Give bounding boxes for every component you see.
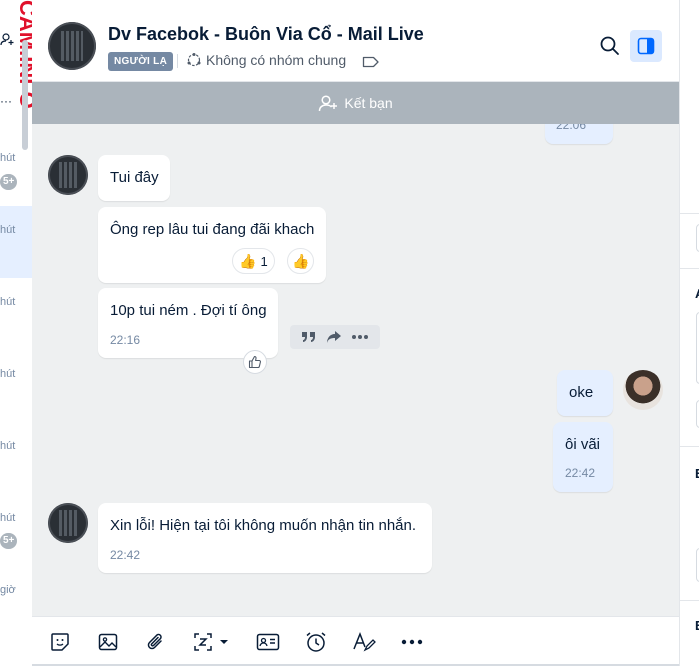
common-groups-label: Không có nhóm chung	[206, 52, 347, 68]
add-friend-label: Kết bạn	[344, 95, 393, 111]
contact-card-icon	[256, 633, 280, 651]
conversation-item[interactable]: hút 5+	[0, 140, 32, 212]
unread-badge: 5+	[0, 174, 18, 190]
add-friend-icon	[319, 95, 338, 112]
conversation-time: hút	[0, 512, 16, 524]
conversation-item[interactable]: hút	[0, 424, 32, 496]
more-icon[interactable]	[351, 334, 369, 340]
divider	[680, 268, 699, 269]
forward-icon[interactable]	[326, 330, 342, 344]
toggle-info-panel-button[interactable]	[630, 30, 662, 62]
reaction-count: 1	[260, 253, 268, 269]
like-button[interactable]	[243, 350, 267, 374]
screenshot-icon	[194, 633, 228, 651]
message-time: 22:42	[565, 466, 596, 480]
sidebar-panel-icon	[637, 37, 655, 55]
sticker-icon	[51, 633, 69, 651]
image-icon	[98, 633, 118, 651]
message-bubble[interactable]: Tui đây	[98, 155, 170, 201]
sticker-button[interactable]	[46, 628, 74, 656]
divider	[177, 54, 178, 68]
message-time: 22:16	[110, 333, 141, 347]
format-text-icon	[353, 631, 376, 652]
info-panel-edge: A E E	[679, 0, 699, 666]
conversation-time: hút	[0, 368, 16, 380]
message-bubble-own[interactable]: oke	[557, 370, 613, 416]
thumbs-up-outline-icon	[248, 355, 261, 369]
message-bubble-own[interactable]: ôi vãi 22:42	[553, 422, 613, 492]
conversation-time: hút	[0, 152, 16, 164]
format-text-button[interactable]	[350, 628, 378, 656]
composer-toolbar	[32, 616, 679, 666]
panel-heading: A	[695, 286, 699, 301]
more-dots-icon[interactable]: ···	[0, 94, 12, 108]
message-list[interactable]: 22:06 Tui đây Ông rep lâu tui đang đãi k…	[32, 124, 679, 616]
more-options-button[interactable]	[398, 628, 426, 656]
message-text: ôi vãi	[565, 436, 601, 453]
contact-avatar[interactable]	[48, 155, 88, 195]
contact-avatar[interactable]	[48, 503, 88, 543]
contact-avatar[interactable]	[48, 22, 96, 70]
reaction-pill[interactable]: 👍 1	[232, 248, 275, 274]
conversation-time: hút	[0, 440, 16, 452]
conversation-item[interactable]: giờ	[0, 568, 32, 640]
unread-badge: 5+	[0, 533, 18, 549]
message-time: 22:42	[110, 548, 141, 562]
group-icon	[187, 53, 201, 67]
my-avatar[interactable]	[623, 370, 663, 410]
contact-card-button[interactable]	[254, 628, 282, 656]
divider	[680, 213, 699, 214]
add-reaction-button[interactable]: 👍	[287, 248, 315, 274]
panel-heading: E	[695, 618, 699, 633]
attachment-button[interactable]	[142, 628, 170, 656]
message-text: Xin lỗi! Hiện tại tôi không muốn nhận ti…	[110, 517, 417, 534]
conversation-item[interactable]: hút	[0, 280, 32, 352]
message-bubble[interactable]: Xin lỗi! Hiện tại tôi không muốn nhận ti…	[98, 503, 432, 573]
conversation-item-active[interactable]: hút	[0, 206, 32, 278]
tag-icon[interactable]	[362, 55, 380, 69]
conversation-item[interactable]: hút 5+	[0, 496, 32, 568]
reminder-button[interactable]	[302, 628, 330, 656]
message-time: 22:06	[556, 124, 587, 132]
message-bubble[interactable]: Ông rep lâu tui đang đãi khach 👍 1 👍	[98, 207, 326, 283]
search-icon[interactable]	[598, 34, 622, 58]
image-button[interactable]	[94, 628, 122, 656]
panel-heading: E	[695, 466, 699, 481]
stranger-badge: NGƯỜI LẠ	[108, 52, 174, 71]
message-text: oke	[569, 384, 594, 401]
conversation-time: giờ	[0, 584, 16, 596]
chat-header: Dv Facebok - Buôn Via Cổ - Mail Live NGƯ…	[32, 0, 679, 82]
thumbs-up-emoji-icon: 👍	[239, 252, 257, 269]
conversation-time: hút	[0, 224, 16, 236]
more-icon	[401, 639, 423, 645]
thumbs-up-emoji-icon: 👍	[292, 252, 310, 269]
message-text: Ông rep lâu tui đang đãi khach	[110, 221, 315, 238]
common-groups[interactable]: Không có nhóm chung	[186, 52, 346, 68]
divider	[680, 600, 699, 601]
conversation-list: CAM.INFO ··· hút 5+ hút hút hút hút hút …	[0, 0, 32, 666]
contact-name[interactable]: Dv Facebok - Buôn Via Cổ - Mail Live	[108, 24, 424, 45]
message-bubble[interactable]: 10p tui ném . Đợi tí ông 22:16	[98, 288, 278, 358]
quote-icon[interactable]	[301, 330, 317, 344]
message-bubble-own[interactable]: 22:06	[545, 124, 613, 144]
message-text: 10p tui ném . Đợi tí ông	[110, 302, 267, 319]
add-friend-bar[interactable]: Kết bạn	[32, 82, 679, 124]
divider	[680, 446, 699, 447]
conversation-time: hút	[0, 296, 16, 308]
message-action-bar	[290, 325, 380, 349]
scrollbar-thumb[interactable]	[22, 40, 28, 150]
attachment-icon	[147, 633, 162, 650]
message-text: Tui đây	[110, 169, 159, 186]
screenshot-button[interactable]	[190, 628, 234, 656]
conversation-item[interactable]: hút	[0, 352, 32, 424]
add-user-icon[interactable]	[0, 32, 14, 46]
reminder-icon	[306, 632, 326, 652]
